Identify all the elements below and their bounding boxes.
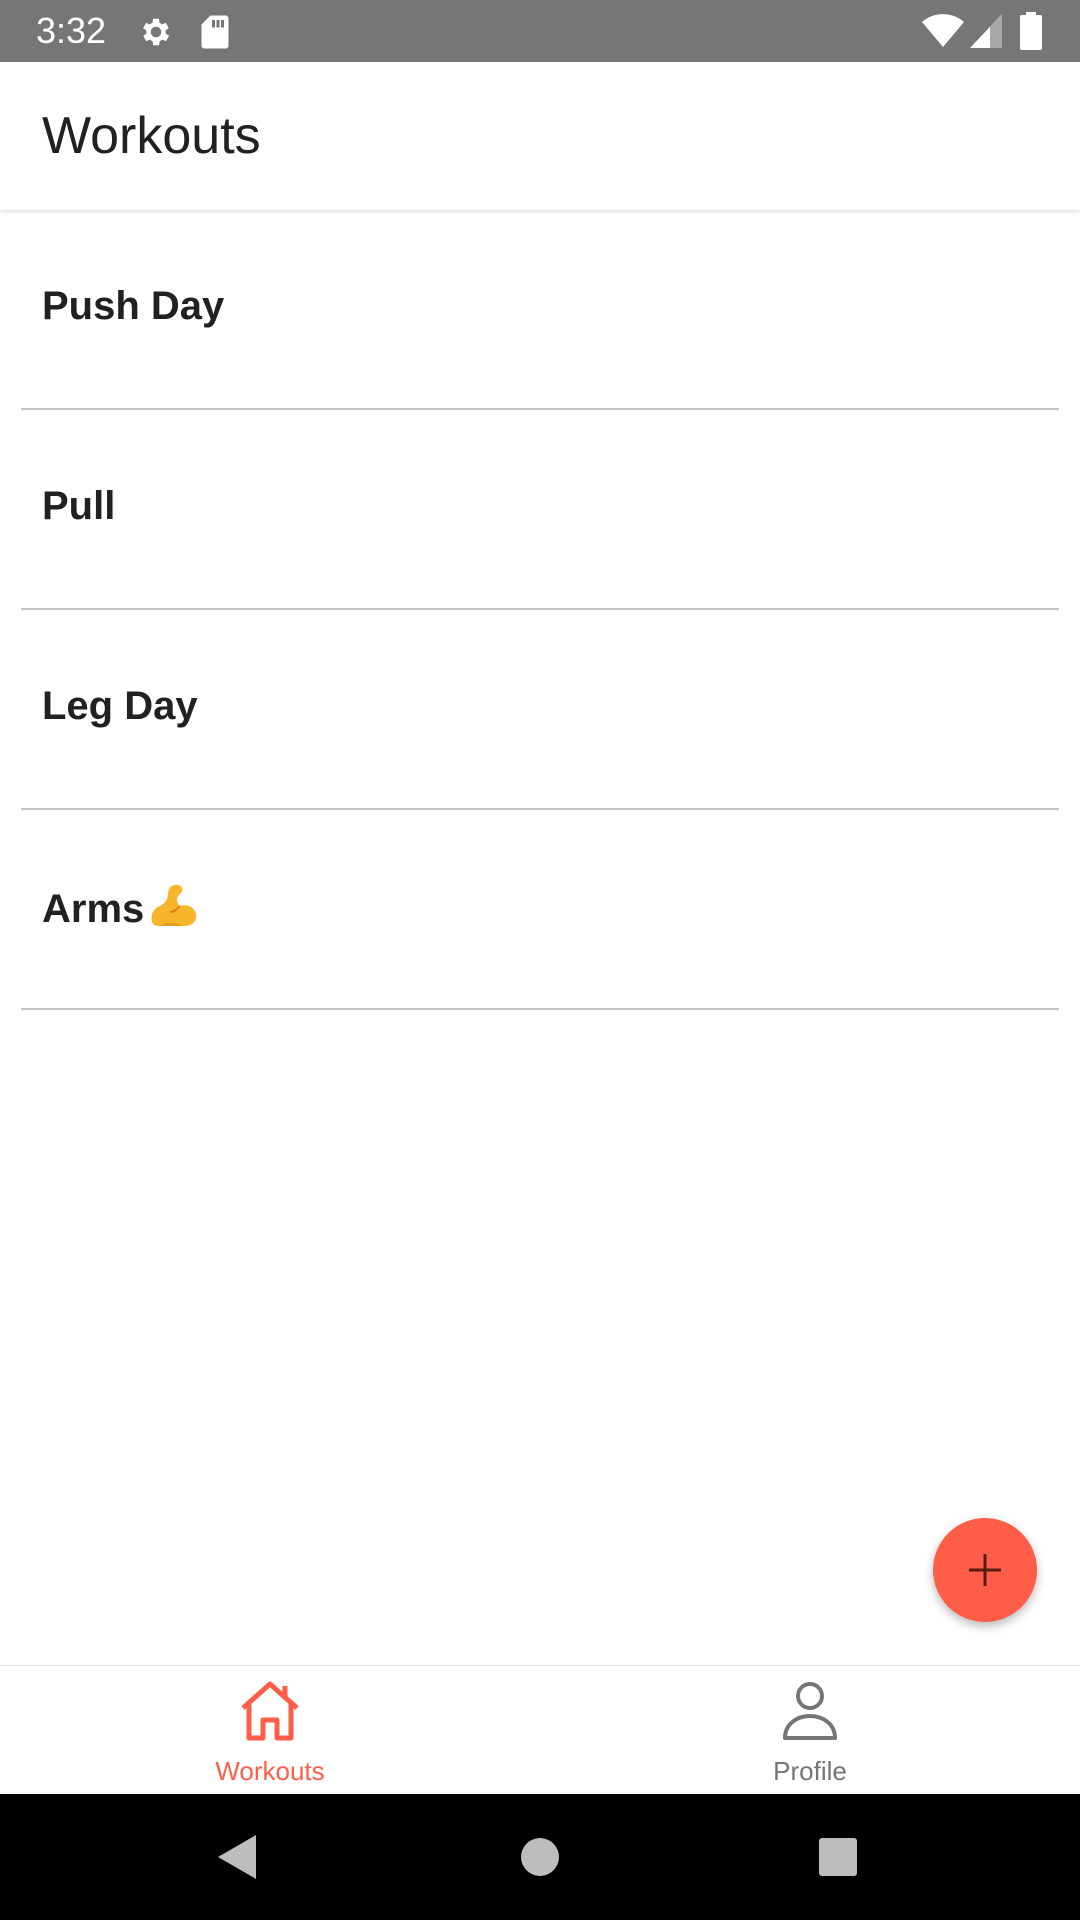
add-workout-button[interactable]: [933, 1518, 1037, 1622]
workout-item-label: Push Day: [42, 284, 225, 328]
bottom-navigation: Workouts Profile: [0, 1665, 1080, 1795]
workout-item-leg-day[interactable]: Leg Day: [21, 610, 1059, 810]
recents-icon: [819, 1838, 857, 1876]
workout-item-label: Pull: [42, 484, 116, 528]
tab-profile-label: Profile: [773, 1756, 847, 1786]
tab-profile[interactable]: Profile: [540, 1666, 1080, 1795]
workout-item-label-row: Arms: [42, 882, 198, 933]
workout-item-arms[interactable]: Arms: [21, 810, 1059, 1010]
home-icon: [241, 1681, 299, 1741]
wifi-icon: [922, 14, 964, 47]
flexed-biceps-icon: [151, 884, 197, 927]
sd-card-icon: [201, 15, 229, 49]
workout-item-push-day[interactable]: Push Day: [21, 210, 1059, 410]
system-home-button[interactable]: [507, 1824, 573, 1890]
home-circle-icon: [521, 1838, 559, 1876]
status-time: 3:32: [36, 10, 107, 51]
workout-item-label: Leg Day: [42, 684, 198, 728]
status-bar: 3:32: [0, 0, 1080, 62]
system-back-button[interactable]: [205, 1824, 271, 1890]
tab-workouts-label: Workouts: [215, 1756, 325, 1786]
app-bar: Workouts: [0, 62, 1080, 210]
system-navigation-bar: [0, 1794, 1080, 1920]
workout-list: Push Day Pull Leg Day Arms: [0, 210, 1080, 1010]
system-recents-button[interactable]: [805, 1824, 871, 1890]
cell-signal-icon: [970, 14, 1002, 48]
tab-workouts[interactable]: Workouts: [0, 1666, 540, 1795]
workout-item-label: Arms: [42, 887, 145, 931]
battery-icon: [1020, 12, 1042, 50]
settings-gear-icon: [143, 18, 170, 46]
plus-icon: [969, 1554, 1001, 1586]
back-icon: [218, 1835, 256, 1879]
workout-item-pull[interactable]: Pull: [21, 410, 1059, 610]
page-title: Workouts: [42, 107, 261, 165]
person-icon: [783, 1682, 837, 1740]
